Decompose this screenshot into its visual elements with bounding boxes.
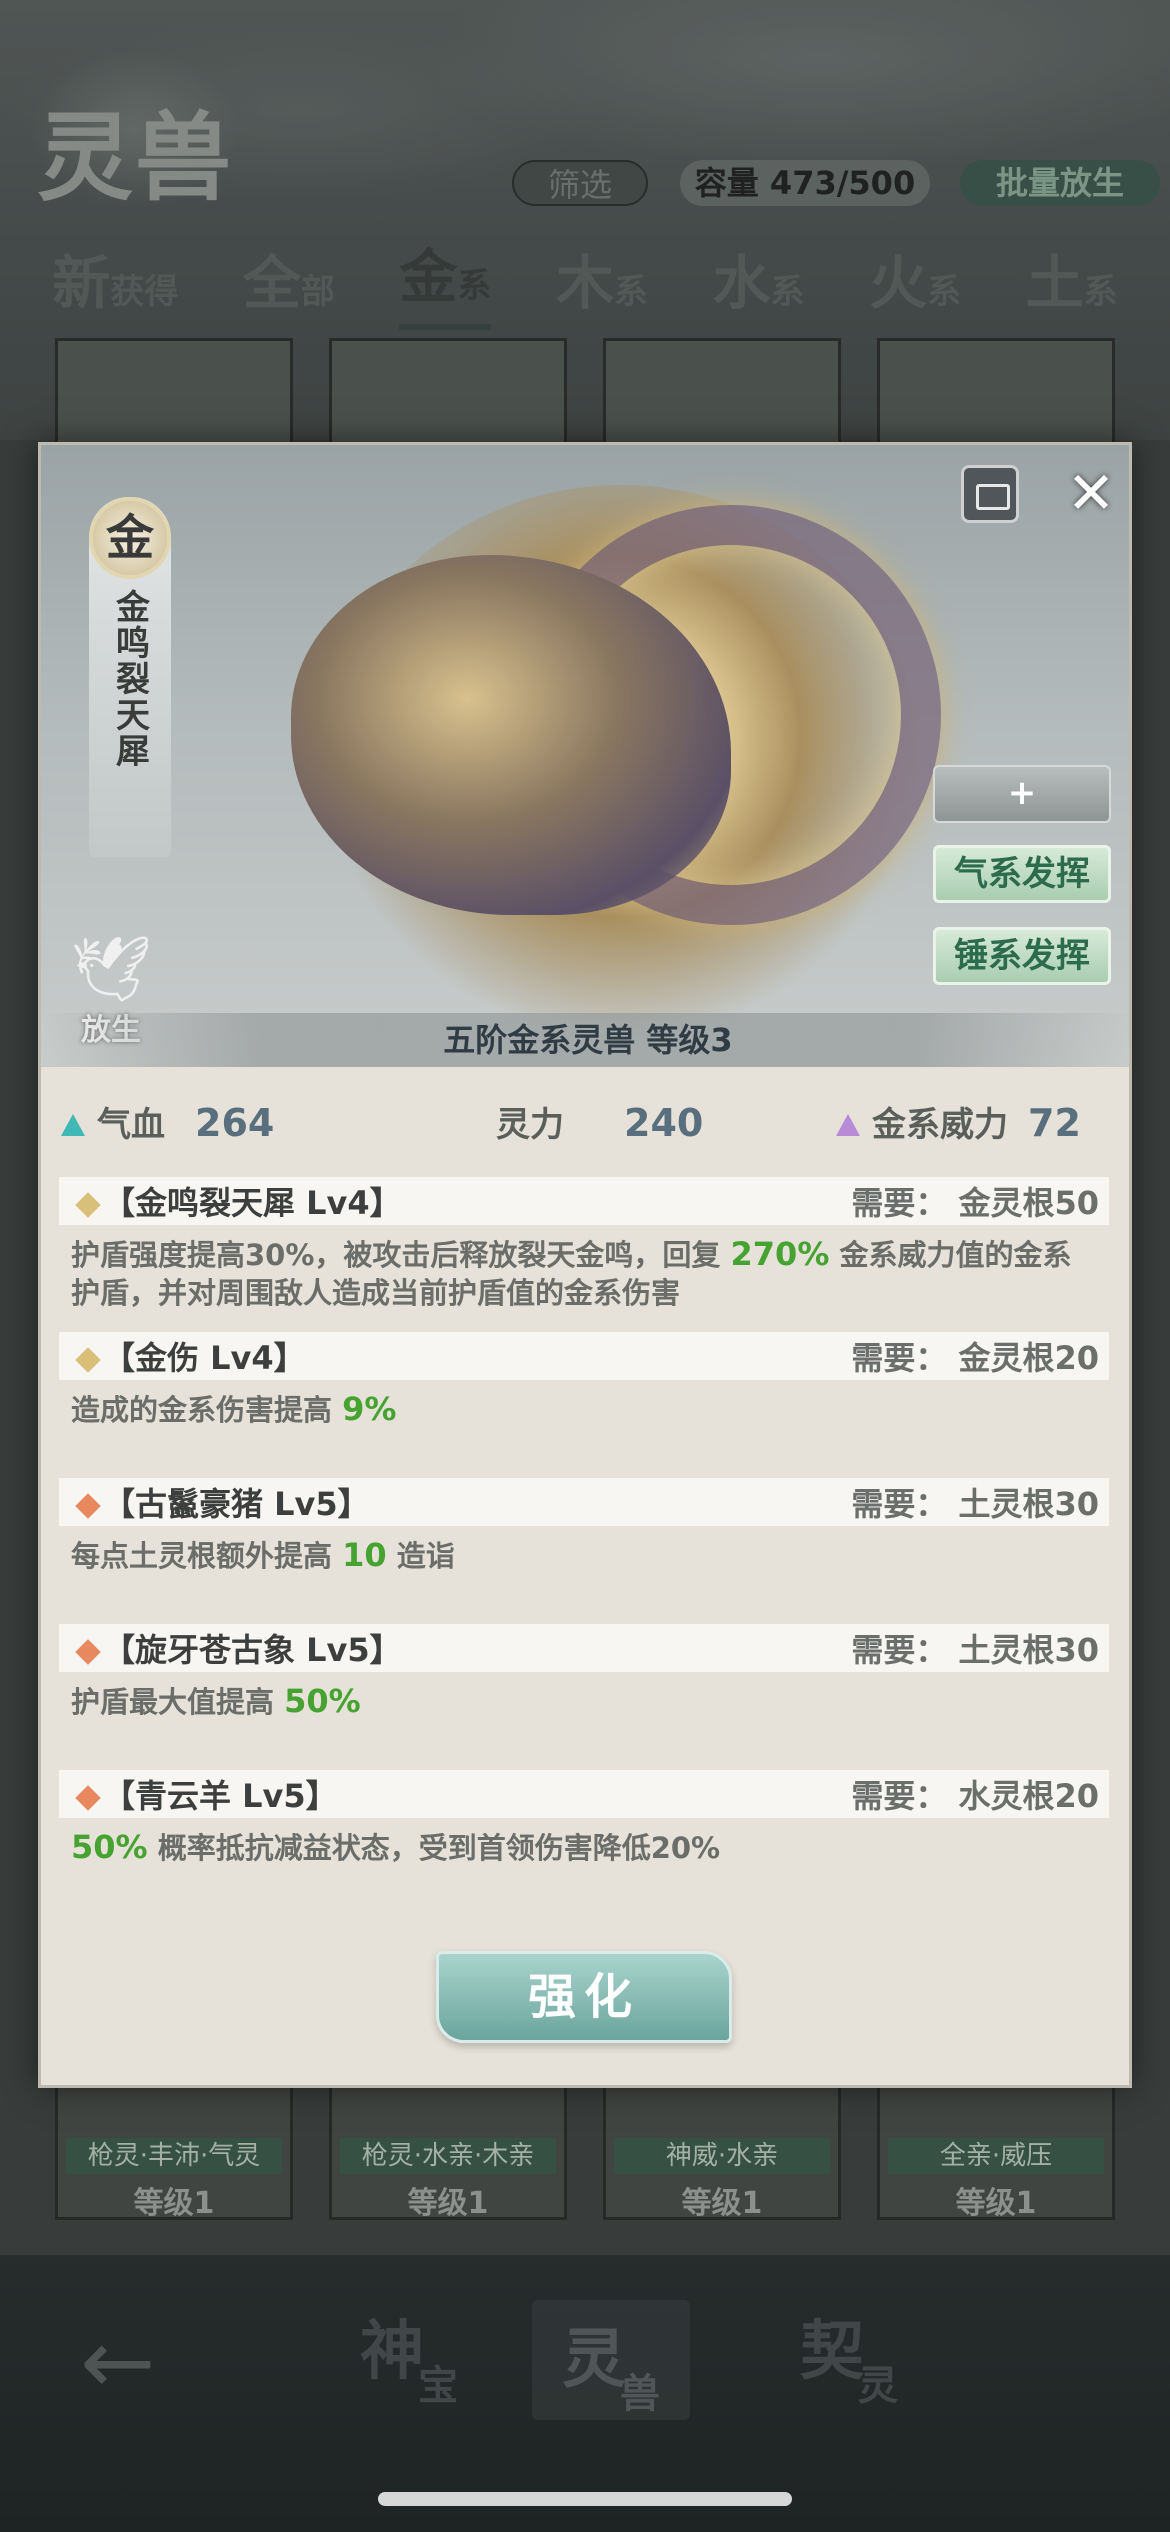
skill-header: 【古鬣豪猪 Lv5】 需要： 土灵根30: [59, 1478, 1109, 1526]
skill-name: 【金鸣裂天犀 Lv4】: [75, 1178, 402, 1224]
stat-gold-power: 金系威力 72: [836, 1097, 1081, 1146]
stat-spirit: 灵力 240: [496, 1097, 703, 1146]
skill-item: 【旋牙苍古象 Lv5】 需要： 土灵根30 护盾最大值提高 50%: [41, 1624, 1129, 1750]
skill-name: 【青云羊 Lv5】: [75, 1771, 338, 1817]
beast-name-badge: 金 金鸣裂天犀: [89, 497, 171, 857]
beast-name: 金鸣裂天犀: [109, 589, 150, 769]
desc-highlight: 9%: [342, 1390, 397, 1428]
skill-item: 【古鬣豪猪 Lv5】 需要： 土灵根30 每点土灵根额外提高 10 造诣: [41, 1478, 1129, 1604]
desc-highlight: 50%: [71, 1828, 148, 1866]
desc-highlight: 50%: [284, 1682, 361, 1720]
skill-item: 【青云羊 Lv5】 需要： 水灵根20 50% 概率抵抗减益状态，受到首领伤害降…: [41, 1770, 1129, 1896]
skill-requirement: 需要： 金灵根20: [851, 1339, 1099, 1377]
chest-icon[interactable]: [961, 465, 1019, 523]
plus-icon[interactable]: +: [933, 765, 1111, 823]
gold-diamond-icon: [75, 1192, 101, 1218]
skill-name-text: 【金鸣裂天犀 Lv4】: [103, 1184, 402, 1222]
stat-hp: 气血 264: [61, 1097, 274, 1146]
hammer-mastery-button[interactable]: 锤系发挥: [933, 927, 1111, 985]
skill-name-text: 【金伤 Lv4】: [103, 1339, 306, 1377]
orange-diamond-icon: [75, 1785, 101, 1811]
skill-description: 造成的金系伤害提高 9%: [41, 1380, 1129, 1429]
stats-row: 气血 264 灵力 240 金系威力 72: [41, 1067, 1129, 1167]
skill-header: 【金伤 Lv4】 需要： 金灵根20: [59, 1332, 1109, 1380]
stat-label: 灵力: [496, 1105, 564, 1145]
skill-header: 【旋牙苍古象 Lv5】 需要： 土灵根30: [59, 1624, 1109, 1672]
stat-label: 气血: [97, 1105, 165, 1145]
orange-diamond-icon: [75, 1493, 101, 1519]
skill-description: 护盾最大值提高 50%: [41, 1672, 1129, 1721]
skill-requirement: 需要： 土灵根30: [851, 1631, 1099, 1669]
skill-description: 护盾强度提高30%，被攻击后释放裂天金鸣，回复 270% 金系威力值的金系护盾，…: [41, 1225, 1129, 1312]
skill-name: 【金伤 Lv4】: [75, 1333, 306, 1379]
desc-text: 护盾最大值提高: [71, 1685, 285, 1719]
skill-item: 【金伤 Lv4】 需要： 金灵根20 造成的金系伤害提高 9%: [41, 1332, 1129, 1458]
skill-header: 【金鸣裂天犀 Lv4】 需要： 金灵根50: [59, 1177, 1109, 1225]
stat-label: 金系威力: [872, 1105, 1008, 1145]
desc-highlight: 10: [342, 1536, 387, 1574]
skill-list: 【金鸣裂天犀 Lv4】 需要： 金灵根50 护盾强度提高30%，被攻击后释放裂天…: [41, 1177, 1129, 1916]
skill-name-text: 【旋牙苍古象 Lv5】: [103, 1631, 402, 1669]
desc-highlight: 270%: [730, 1235, 830, 1273]
skill-item: 【金鸣裂天犀 Lv4】 需要： 金灵根50 护盾强度提高30%，被攻击后释放裂天…: [41, 1177, 1129, 1312]
dove-icon: 🕊: [70, 933, 152, 1007]
skill-name-text: 【古鬣豪猪 Lv5】: [103, 1485, 370, 1523]
element-badge: 金: [89, 497, 171, 579]
skill-name: 【古鬣豪猪 Lv5】: [75, 1479, 370, 1525]
desc-text: 每点土灵根额外提高: [71, 1539, 343, 1573]
qi-mastery-button[interactable]: 气系发挥: [933, 845, 1111, 903]
close-icon[interactable]: ✕: [1061, 463, 1121, 523]
enhance-button[interactable]: 强化: [436, 1951, 732, 2043]
skill-name-text: 【青云羊 Lv5】: [103, 1777, 338, 1815]
orange-diamond-icon: [75, 1639, 101, 1665]
stat-value: 264: [195, 1101, 275, 1145]
stat-value: 240: [624, 1101, 704, 1145]
skill-description: 每点土灵根额外提高 10 造诣: [41, 1526, 1129, 1575]
skill-requirement: 需要： 水灵根20: [851, 1777, 1099, 1815]
skill-header: 【青云羊 Lv5】 需要： 水灵根20: [59, 1770, 1109, 1818]
beast-portrait: 金 金鸣裂天犀 🕊 放生 ✕ + 气系发挥 锤系发挥 五阶金系灵兽 等级3: [41, 445, 1129, 1067]
skill-description: 50% 概率抵抗减益状态，受到首领伤害降低20%: [41, 1818, 1129, 1867]
stat-value: 72: [1028, 1101, 1081, 1145]
teal-triangle-icon: [61, 1114, 85, 1136]
skill-requirement: 需要： 土灵根30: [851, 1485, 1099, 1523]
skill-name: 【旋牙苍古象 Lv5】: [75, 1625, 402, 1671]
desc-text: 造诣: [386, 1539, 455, 1573]
purple-triangle-icon: [836, 1114, 860, 1136]
skill-requirement: 需要： 金灵根50: [851, 1184, 1099, 1222]
gold-diamond-icon: [75, 1347, 101, 1373]
beast-detail-modal: 金 金鸣裂天犀 🕊 放生 ✕ + 气系发挥 锤系发挥 五阶金系灵兽 等级3 气血…: [38, 442, 1132, 2088]
desc-text: 造成的金系伤害提高: [71, 1393, 343, 1427]
desc-text: 概率抵抗减益状态，受到首领伤害降低20%: [147, 1831, 721, 1865]
desc-text: 护盾强度提高30%，被攻击后释放裂天金鸣，回复: [71, 1238, 731, 1272]
beast-caption: 五阶金系灵兽 等级3: [41, 1013, 1129, 1067]
